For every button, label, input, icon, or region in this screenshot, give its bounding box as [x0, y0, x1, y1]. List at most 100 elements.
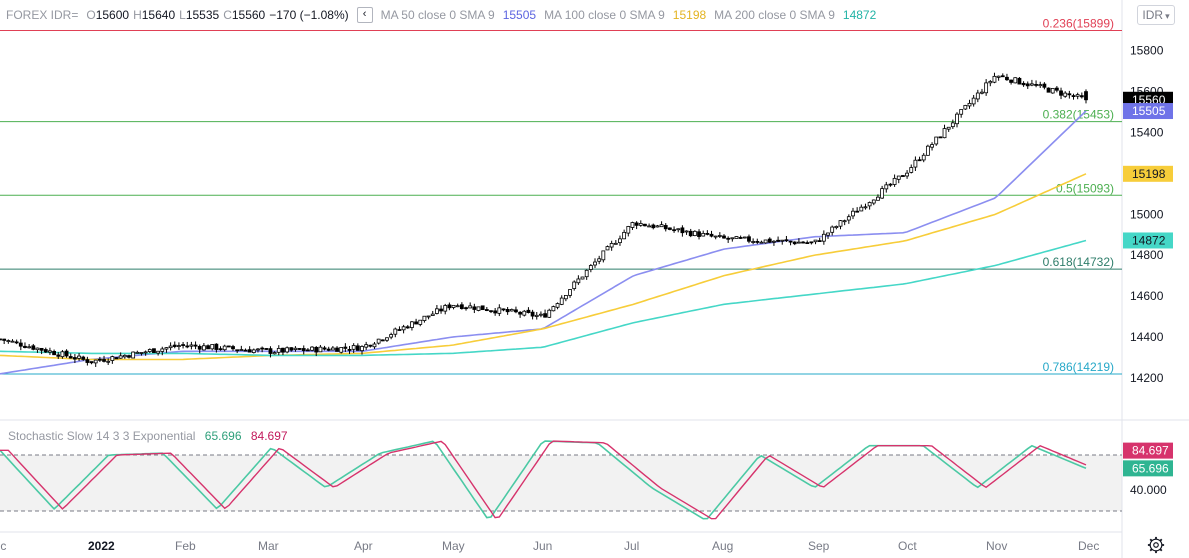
candle-body: [747, 236, 751, 242]
candle-body: [509, 309, 514, 312]
x-tick-label: Jul: [624, 539, 639, 553]
candle-body: [809, 241, 814, 244]
candle-body: [397, 329, 402, 331]
candle-body: [389, 334, 394, 338]
candle-body: [726, 237, 731, 240]
candle-body: [64, 350, 69, 357]
candle-body: [472, 306, 477, 310]
candle-body: [543, 313, 547, 318]
candle-body: [35, 347, 40, 351]
candle-body: [580, 276, 585, 280]
ma-line-ma50: [0, 110, 1087, 375]
candle-body: [514, 309, 518, 313]
candle-body: [48, 350, 52, 353]
candle-body: [439, 308, 443, 312]
candle-body: [268, 348, 273, 354]
candle-body: [568, 289, 572, 296]
candle-body: [247, 349, 252, 353]
y-tick-label: 14400: [1130, 330, 1164, 344]
candle-body: [605, 246, 610, 251]
y-tick-label: 14800: [1130, 248, 1164, 262]
currency-label: IDR: [1142, 8, 1164, 22]
candle-body: [547, 309, 552, 318]
candle-body: [518, 311, 523, 315]
candle-body: [376, 338, 381, 344]
moving-averages: [0, 110, 1087, 375]
candle-body: [668, 227, 672, 230]
candle-body: [276, 348, 281, 353]
candle-body: [318, 346, 323, 353]
candle-body: [106, 360, 111, 363]
candle-body: [630, 222, 635, 228]
candle-body: [626, 226, 631, 234]
candle-body: [422, 315, 427, 321]
candle-body: [264, 348, 269, 350]
candle-body: [355, 345, 360, 351]
candle-body: [172, 344, 177, 347]
candle-body: [576, 278, 581, 284]
candle-body: [880, 188, 885, 199]
candle-body: [484, 309, 489, 312]
y-tick-label: 15000: [1130, 207, 1164, 221]
stoch-d-badge: 84.697: [1132, 444, 1169, 458]
candle-body: [692, 230, 697, 236]
candle-body: [980, 91, 984, 94]
candle-body: [618, 238, 622, 244]
candle-body: [588, 265, 593, 270]
candle-body: [164, 347, 169, 350]
candle-body: [89, 361, 94, 364]
candle-body: [834, 225, 839, 229]
candle-body: [780, 239, 785, 242]
candle-body: [601, 250, 606, 261]
candle-body: [959, 109, 964, 115]
candlesticks[interactable]: [0, 72, 1088, 367]
candle-body: [759, 241, 764, 244]
candle-body: [996, 75, 1001, 78]
chart-legend: FOREX IDR= O 15600 H 15640 L 15535 C 15560 −…: [6, 6, 876, 24]
candle-body: [1030, 83, 1034, 86]
candle-body: [555, 303, 560, 308]
y-tick-label: 14200: [1130, 371, 1164, 385]
candle-body: [60, 351, 65, 358]
candle-body: [39, 347, 44, 351]
fib-label: 0.236(15899): [1043, 16, 1114, 30]
candle-body: [81, 356, 86, 360]
candle-body: [231, 346, 235, 350]
candle-body: [697, 231, 701, 237]
candle-body: [476, 306, 481, 311]
candle-body: [755, 241, 760, 243]
gear-icon[interactable]: [1146, 536, 1166, 554]
candle-body: [742, 236, 747, 239]
candle-body: [672, 229, 676, 232]
candle-body: [526, 309, 531, 313]
candle-body: [817, 240, 822, 242]
candle-body: [2, 338, 7, 341]
close-value: 15560: [231, 8, 266, 22]
candle-body: [1021, 82, 1026, 86]
candle-body: [988, 81, 993, 84]
candle-body: [297, 348, 302, 350]
ma-line-ma200: [0, 239, 1087, 357]
candle-body: [505, 309, 510, 313]
candle-body: [322, 347, 327, 350]
candle-body: [896, 175, 901, 180]
candle-body: [210, 344, 215, 350]
candle-body: [984, 82, 989, 94]
x-tick-label: Dec: [1078, 539, 1099, 553]
candle-body: [738, 237, 743, 239]
x-tick-label: Feb: [175, 539, 196, 553]
low-label: L: [179, 8, 186, 22]
oscillator-legend: Stochastic Slow 14 3 3 Exponential 65.69…: [8, 429, 288, 443]
candle-body: [971, 97, 976, 105]
candle-body: [185, 345, 190, 348]
ma100-label: MA 100 close 0 SMA 9: [544, 8, 665, 22]
candle-body: [888, 183, 893, 186]
candle-body: [613, 242, 618, 245]
candle-body: [243, 349, 248, 352]
collapse-legend-button[interactable]: ‹: [356, 7, 373, 23]
candle-body: [139, 352, 144, 354]
currency-selector[interactable]: IDR ▾: [1137, 5, 1175, 25]
candle-body: [805, 242, 810, 245]
candle-body: [1005, 76, 1009, 81]
ma100-value: 15198: [672, 8, 707, 22]
